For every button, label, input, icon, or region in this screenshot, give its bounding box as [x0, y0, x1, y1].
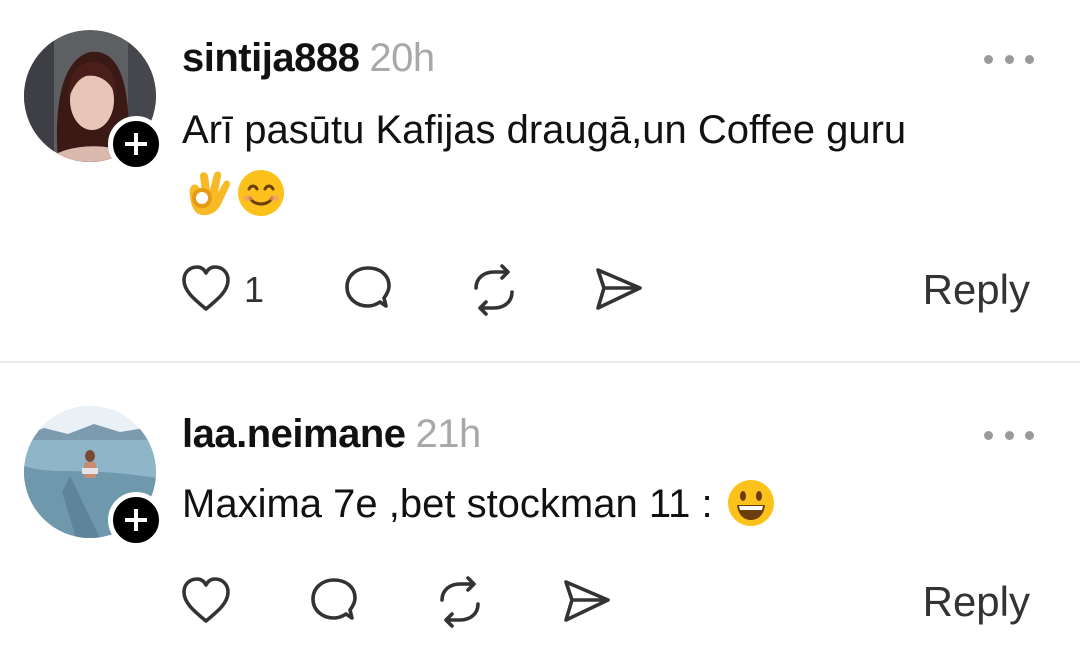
more-options-button[interactable]: [984, 420, 1034, 450]
comment-header: sintija888 20h: [182, 36, 435, 81]
heart-icon: [182, 577, 230, 623]
plus-icon: [125, 133, 147, 155]
ok-hand-emoji-icon: [189, 171, 230, 216]
repost-button[interactable]: [432, 574, 488, 630]
avatar-container[interactable]: [24, 406, 164, 548]
emoji-row: [184, 168, 286, 220]
follow-button[interactable]: [108, 492, 164, 548]
more-dot: [1004, 54, 1014, 64]
send-icon: [564, 580, 610, 622]
comment-button[interactable]: [306, 574, 362, 630]
heart-icon: [182, 265, 230, 311]
more-options-button[interactable]: [984, 44, 1034, 74]
share-button[interactable]: [558, 574, 614, 630]
repost-icon: [474, 264, 514, 316]
comment-header: laa.neimane 21h: [182, 412, 481, 457]
reply-button[interactable]: Reply: [923, 578, 1030, 626]
comment-text: Arī pasūtu Kafijas draugā,un Coffee guru: [182, 104, 1042, 156]
repost-button[interactable]: [466, 262, 522, 318]
timestamp: 20h: [369, 36, 435, 80]
comment-item: laa.neimane 21h Maxima 7e ,bet stockman 1…: [0, 364, 1080, 652]
username-link[interactable]: laa.neimane: [182, 412, 406, 456]
comment-body: Maxima 7e ,bet stockman 11 :: [182, 482, 713, 526]
like-button[interactable]: [178, 574, 234, 630]
repost-icon: [440, 576, 480, 628]
more-dot: [984, 430, 993, 440]
like-button[interactable]: 1: [178, 262, 264, 318]
like-count: 1: [244, 269, 265, 310]
comment-bubble-icon: [345, 266, 391, 308]
username-link[interactable]: sintija888: [182, 36, 360, 80]
more-dot: [1025, 430, 1034, 440]
share-button[interactable]: [590, 262, 646, 318]
comment-body: Arī pasūtu Kafijas draugā,un Coffee guru: [182, 108, 907, 152]
more-dot: [1025, 54, 1034, 64]
plus-icon: [125, 509, 147, 531]
divider: [0, 361, 1080, 363]
comment-bubble-icon: [311, 578, 357, 620]
timestamp: 21h: [415, 412, 482, 456]
follow-button[interactable]: [108, 116, 164, 172]
grinning-face-emoji-icon: [727, 480, 774, 527]
comment-button[interactable]: [340, 262, 396, 318]
more-dot: [1004, 430, 1014, 440]
comment-item: sintija888 20h Arī pasūtu Kafijas draugā,…: [0, 0, 1080, 360]
comment-text: Maxima 7e ,bet stockman 11 :: [182, 478, 1042, 530]
more-dot: [984, 54, 993, 64]
smiling-face-emoji-icon: [238, 170, 285, 216]
send-icon: [596, 268, 642, 310]
avatar-container[interactable]: [24, 30, 164, 172]
reply-button[interactable]: Reply: [923, 266, 1030, 314]
